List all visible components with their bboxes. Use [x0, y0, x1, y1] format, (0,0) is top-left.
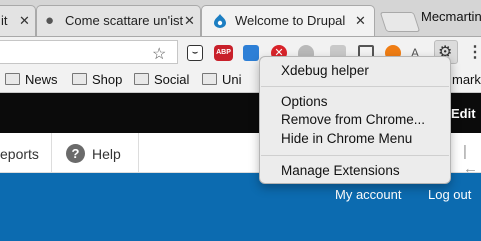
blue-extension-icon[interactable]: [243, 45, 259, 61]
bookmark-folder-news[interactable]: News: [5, 72, 58, 87]
menu-item-remove-from-chrome[interactable]: Remove from Chrome...: [281, 112, 425, 127]
apple-icon: ●: [45, 12, 55, 29]
other-bookmarks[interactable]: marks: [452, 72, 481, 87]
menu-item-options[interactable]: Options: [281, 94, 328, 109]
tab-previous[interactable]: it ✕: [0, 5, 36, 36]
menu-title-xdebug-helper[interactable]: Xdebug helper: [281, 63, 369, 78]
reports-link[interactable]: eports: [0, 146, 39, 162]
extension-context-menu: Xdebug helper Options Remove from Chrome…: [259, 56, 451, 184]
tab-title: Come scattare un'ist: [65, 13, 183, 28]
divider: [138, 133, 139, 173]
help-icon: ?: [66, 144, 85, 163]
menu-item-manage-extensions[interactable]: Manage Extensions: [281, 163, 400, 178]
new-tab-button[interactable]: [379, 12, 421, 32]
folder-icon: [202, 73, 217, 85]
chrome-menu-icon[interactable]: ⋮: [467, 42, 481, 62]
drupal-icon: [214, 14, 226, 28]
menu-item-hide-in-chrome-menu[interactable]: Hide in Chrome Menu: [281, 131, 412, 146]
ghostery-icon[interactable]: ⌣: [187, 45, 203, 61]
menu-divider: [261, 86, 449, 87]
tab-come-scattare[interactable]: ● Come scattare un'ist ✕: [36, 5, 201, 36]
close-icon[interactable]: ✕: [19, 13, 30, 29]
close-icon[interactable]: ✕: [184, 13, 195, 29]
edit-link[interactable]: Edit: [451, 106, 476, 121]
tab-title: Welcome to Drupal: [235, 13, 346, 28]
profile-name[interactable]: Mecmartini: [421, 9, 481, 24]
my-account-link[interactable]: My account: [335, 187, 401, 202]
collapse-tray-icon[interactable]: |←: [463, 143, 481, 177]
folder-icon: [134, 73, 149, 85]
help-link[interactable]: Help: [92, 146, 121, 162]
bookmark-folder-shop[interactable]: Shop: [72, 72, 122, 87]
bookmark-star-icon[interactable]: ☆: [152, 44, 166, 64]
divider: [51, 133, 52, 173]
bookmark-folder-uni[interactable]: Uni: [202, 72, 242, 87]
log-out-link[interactable]: Log out: [428, 187, 471, 202]
tab-welcome-drupal[interactable]: Welcome to Drupal ✕: [201, 5, 375, 36]
bookmark-folder-social[interactable]: Social: [134, 72, 189, 87]
adblock-icon[interactable]: ABP: [214, 45, 233, 61]
close-icon[interactable]: ✕: [355, 13, 366, 29]
folder-icon: [5, 73, 20, 85]
menu-divider: [261, 155, 449, 156]
folder-icon: [72, 73, 87, 85]
tab-title: it: [1, 13, 8, 28]
